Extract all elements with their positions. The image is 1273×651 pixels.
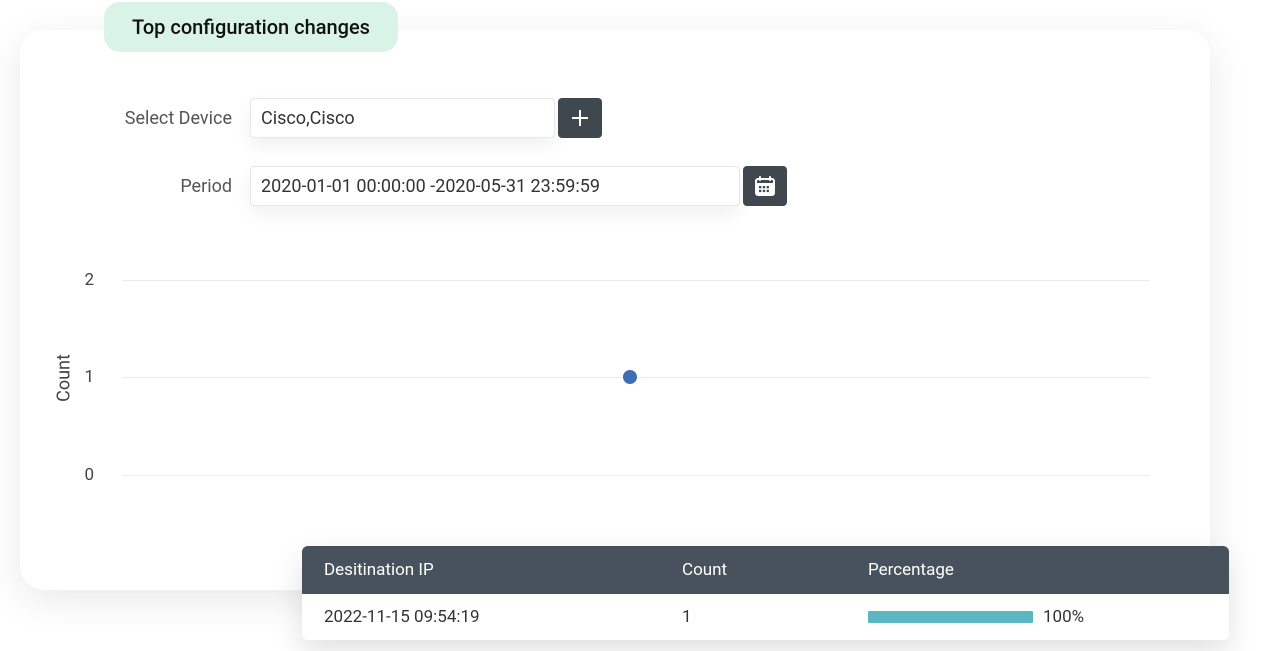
percentage-bar	[868, 611, 1033, 623]
period-input[interactable]: 2020-01-01 00:00:00 -2020-05-31 23:59:59	[250, 166, 740, 206]
add-device-button[interactable]	[558, 98, 602, 138]
table-header: Desitination IP Count Percentage	[302, 546, 1229, 594]
y-tick-2: 2	[84, 270, 94, 290]
period-row: Period 2020-01-01 00:00:00 -2020-05-31 2…	[82, 166, 787, 206]
device-row: Select Device Cisco,Cisco	[82, 98, 602, 138]
y-axis-label: Count	[54, 354, 75, 402]
table-row[interactable]: 2022-11-15 09:54:19 1 100%	[302, 594, 1229, 640]
date-picker-button[interactable]	[743, 166, 787, 206]
plus-icon	[571, 109, 589, 127]
page-title: Top configuration changes	[104, 2, 398, 52]
y-tick-1: 1	[84, 367, 94, 387]
device-label: Select Device	[82, 108, 250, 129]
y-tick-0: 0	[84, 465, 94, 485]
gridline	[122, 475, 1150, 476]
chart-area: Count 2 1 0	[100, 265, 1150, 490]
device-input[interactable]: Cisco,Cisco	[250, 98, 555, 138]
period-label: Period	[82, 176, 250, 197]
chart-data-point[interactable]	[623, 370, 637, 384]
percentage-label: 100%	[1043, 607, 1084, 627]
cell-count: 1	[682, 607, 868, 627]
col-count: Count	[682, 560, 868, 580]
col-destination-ip: Desitination IP	[302, 560, 682, 580]
cell-destination-ip: 2022-11-15 09:54:19	[302, 607, 682, 627]
calendar-icon	[754, 175, 776, 197]
results-table: Desitination IP Count Percentage 2022-11…	[302, 546, 1229, 640]
title-text: Top configuration changes	[132, 15, 370, 39]
gridline	[122, 280, 1150, 281]
period-value: 2020-01-01 00:00:00 -2020-05-31 23:59:59	[261, 176, 600, 197]
device-value: Cisco,Cisco	[261, 108, 355, 129]
col-percentage: Percentage	[868, 560, 1229, 580]
cell-percentage: 100%	[868, 607, 1229, 627]
